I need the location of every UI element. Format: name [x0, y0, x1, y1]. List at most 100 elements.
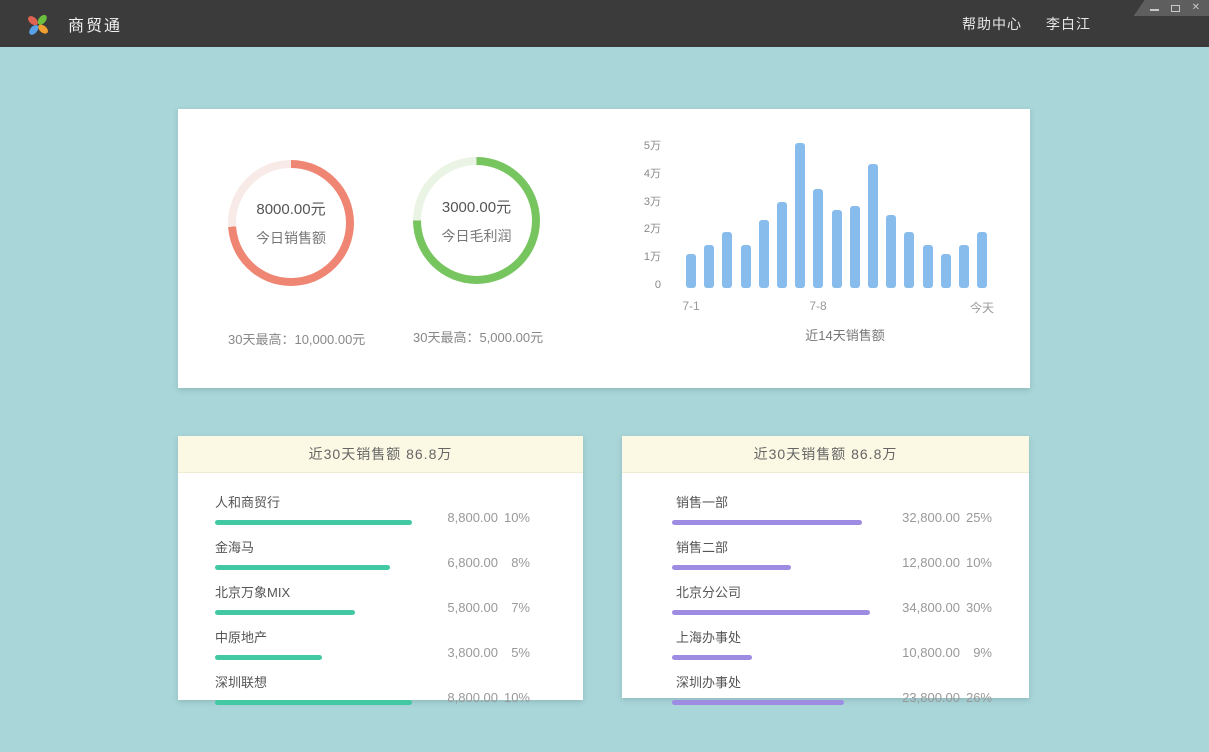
minimize-button[interactable] [1150, 6, 1159, 11]
departments-panel: 近30天销售额 86.8万 销售一部 32,800.0025% 销售二部 12,800… [622, 436, 1029, 698]
row-name: 中原地产 [215, 627, 413, 646]
sales-bar [777, 202, 787, 288]
row-percent: 10% [498, 690, 530, 705]
row-name: 金海马 [215, 537, 413, 556]
sales-bar [977, 232, 987, 288]
row-name: 深圳联想 [215, 672, 413, 691]
row-name: 深圳办事处 [676, 672, 870, 691]
x-axis-tick: 7-8 [788, 299, 848, 313]
row-bar [672, 610, 870, 615]
today-sales-label: 今日销售额 [256, 228, 326, 248]
sales-row: 北京万象MIX5,800.007% [215, 582, 530, 615]
sales-bar [741, 245, 751, 288]
row-percent: 25% [960, 510, 992, 525]
sales-row: 金海马6,800.008% [215, 537, 530, 570]
customers-panel-header: 近30天销售额 86.8万 [178, 436, 583, 473]
sales-bar [959, 245, 969, 288]
titlebar: 商贸通 帮助中心 李白江 ✕ [0, 0, 1209, 47]
sales-bar [832, 210, 842, 288]
x-axis-tick: 今天 [952, 299, 1012, 316]
row-name: 销售二部 [676, 537, 870, 556]
profit-30d-max: 30天最高：5,000.00元 [413, 327, 540, 346]
row-percent: 9% [960, 645, 992, 660]
x-axis-tick: 7-1 [661, 299, 721, 313]
today-sales-donut: 8000.00元 今日销售额 [228, 160, 354, 286]
sales-row: 销售一部 32,800.0025% [672, 492, 992, 525]
sales-bar [686, 254, 696, 288]
sales-bar [904, 232, 914, 288]
sales-bar [795, 143, 805, 288]
today-profit-donut: 3000.00元 今日毛利润 [413, 157, 540, 284]
sales-bar [850, 206, 860, 288]
sales-bar [704, 245, 714, 288]
today-profit-label: 今日毛利润 [442, 226, 512, 246]
row-percent: 7% [498, 600, 530, 615]
overview-panel: 8000.00元 今日销售额 30天最高：10,000.00元 3000.00元… [178, 109, 1030, 388]
row-amount: 10,800.00 [875, 645, 960, 660]
sales-row: 中原地产3,800.005% [215, 627, 530, 660]
row-amount: 8,800.00 [413, 690, 498, 705]
sales-row: 上海办事处 10,800.009% [672, 627, 992, 660]
row-bar [215, 610, 355, 615]
sales-row: 销售二部 12,800.0010% [672, 537, 992, 570]
row-percent: 5% [498, 645, 530, 660]
row-percent: 10% [498, 510, 530, 525]
row-bar [672, 700, 844, 705]
row-bar [672, 520, 862, 525]
sales-row: 人和商贸行8,800.0010% [215, 492, 530, 525]
row-name: 北京万象MIX [215, 582, 413, 601]
row-bar [672, 565, 791, 570]
y-axis-tick: 3万 [631, 196, 661, 209]
row-amount: 32,800.00 [875, 510, 960, 525]
app-title: 商贸通 [68, 12, 122, 36]
row-percent: 30% [960, 600, 992, 615]
row-bar [215, 565, 390, 570]
row-bar [672, 655, 752, 660]
row-amount: 23,800.00 [875, 690, 960, 705]
sales-bar [722, 232, 732, 288]
row-bar [215, 520, 412, 525]
sales-bar [813, 189, 823, 288]
username-menu[interactable]: 李白江 [1046, 14, 1091, 34]
row-percent: 26% [960, 690, 992, 705]
departments-panel-header: 近30天销售额 86.8万 [622, 436, 1029, 473]
sales-bar [868, 164, 878, 288]
row-amount: 5,800.00 [413, 600, 498, 615]
sales-bar [923, 245, 933, 288]
row-percent: 8% [498, 555, 530, 570]
y-axis-tick: 1万 [631, 251, 661, 264]
sales-row: 深圳联想8,800.0010% [215, 672, 530, 705]
customers-panel: 近30天销售额 86.8万 人和商贸行8,800.0010% 金海马6,800.0… [178, 436, 583, 700]
today-sales-card: 8000.00元 今日销售额 30天最高：10,000.00元 [228, 160, 354, 348]
row-name: 销售一部 [676, 492, 870, 511]
sales-30d-max: 30天最高：10,000.00元 [228, 329, 354, 348]
row-amount: 34,800.00 [875, 600, 960, 615]
row-amount: 12,800.00 [875, 555, 960, 570]
today-profit-card: 3000.00元 今日毛利润 30天最高：5,000.00元 [413, 157, 540, 346]
row-name: 上海办事处 [676, 627, 870, 646]
sales-bar [941, 254, 951, 288]
close-button[interactable]: ✕ [1192, 1, 1200, 15]
help-center-link[interactable]: 帮助中心 [962, 14, 1022, 34]
row-percent: 10% [960, 555, 992, 570]
chart-title: 近14天销售额 [686, 325, 1004, 344]
customers-list: 人和商贸行8,800.0010% 金海马6,800.008% 北京万象MIX5,80… [178, 473, 583, 705]
row-amount: 3,800.00 [413, 645, 498, 660]
sales-bar [759, 220, 769, 288]
today-profit-value: 3000.00元 [442, 196, 511, 217]
departments-list: 销售一部 32,800.0025% 销售二部 12,800.0010% 北京分公司 34,… [622, 473, 1029, 705]
app-logo-icon [24, 9, 52, 39]
today-sales-value: 8000.00元 [256, 198, 325, 219]
window-controls: ✕ [1134, 0, 1209, 16]
y-axis-tick: 5万 [631, 140, 661, 153]
sales-bar [886, 215, 896, 288]
sales-row: 深圳办事处 23,800.0026% [672, 672, 992, 705]
row-bar [215, 655, 322, 660]
y-axis-tick: 0 [631, 279, 661, 292]
sales-row: 北京分公司 34,800.0030% [672, 582, 992, 615]
row-name: 北京分公司 [676, 582, 870, 601]
row-amount: 8,800.00 [413, 510, 498, 525]
row-bar [215, 700, 412, 705]
y-axis-tick: 2万 [631, 223, 661, 236]
maximize-button[interactable] [1171, 5, 1180, 12]
